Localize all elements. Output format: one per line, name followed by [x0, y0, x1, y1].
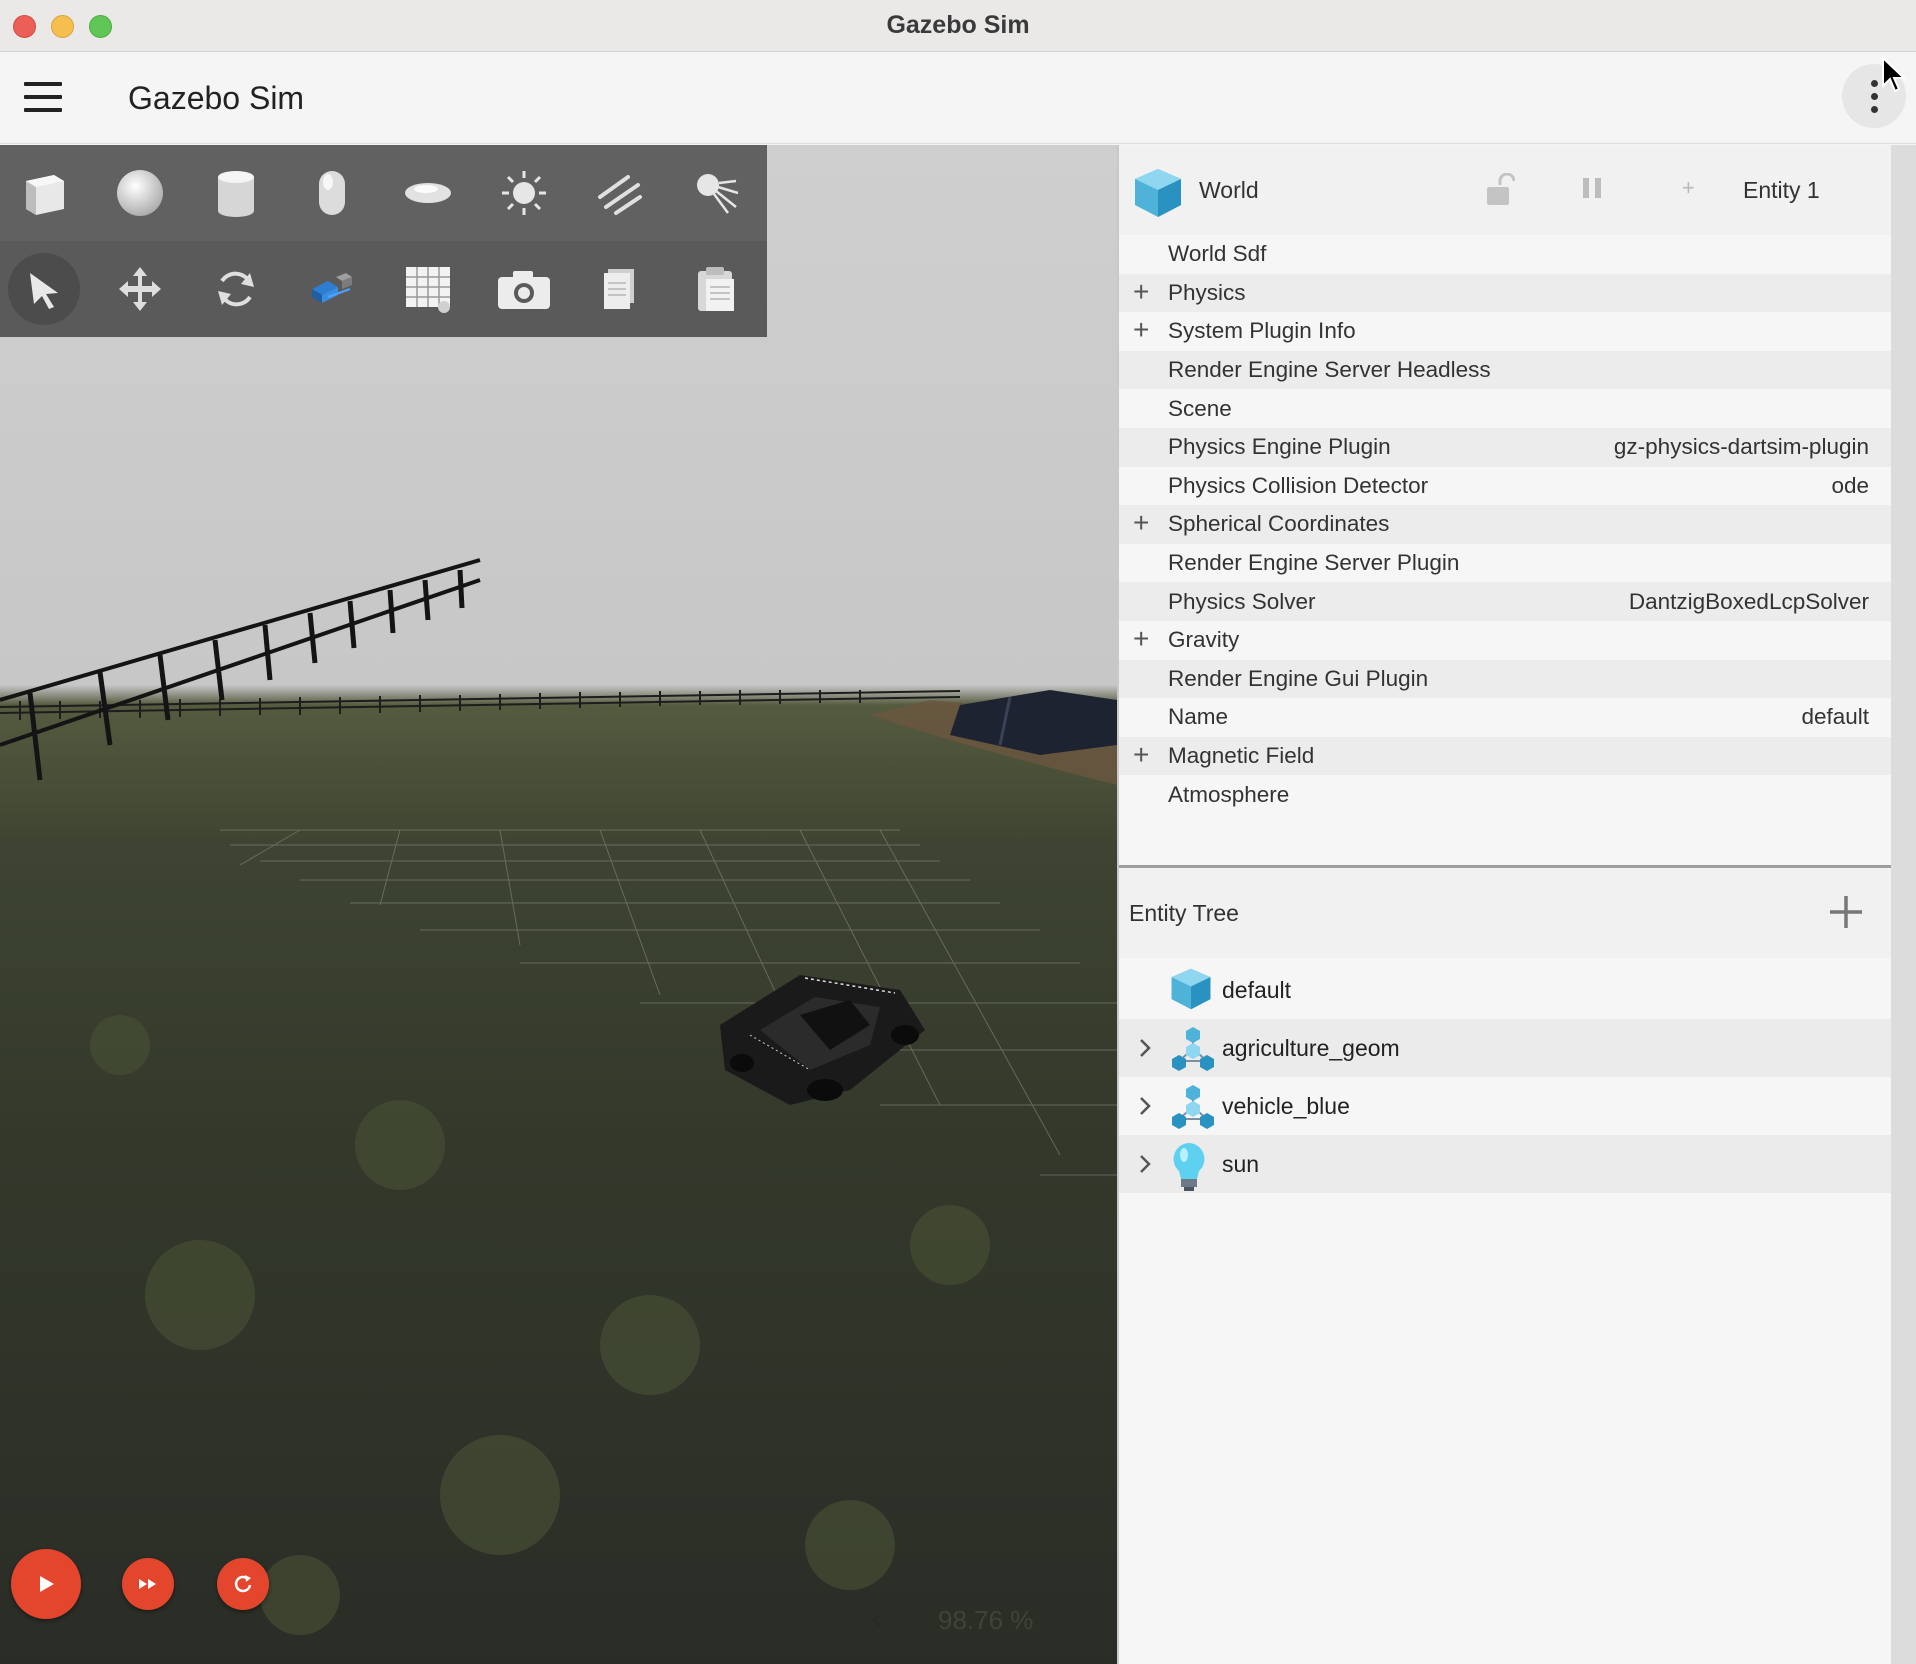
- directional-light-icon[interactable]: [488, 157, 560, 229]
- stats-toggle-icon[interactable]: ‹: [872, 1603, 881, 1635]
- ellipsoid-icon[interactable]: [392, 157, 464, 229]
- entity-tree-item[interactable]: agriculture_geom: [1119, 1019, 1891, 1077]
- inspector-title: World: [1199, 177, 1259, 203]
- cylinder-icon[interactable]: [200, 157, 272, 229]
- component-row[interactable]: + Spherical Coordinates: [1119, 505, 1891, 544]
- add-entity-icon[interactable]: [1824, 890, 1868, 934]
- grid-icon[interactable]: [392, 253, 464, 325]
- component-list: World Sdf + Physics + System Plugin Info R…: [1119, 235, 1891, 814]
- 3d-scene-viewport[interactable]: [0, 145, 1117, 1664]
- component-row[interactable]: Atmosphere: [1119, 775, 1891, 814]
- world-cube-icon: [1171, 968, 1211, 1010]
- chevron-right-icon[interactable]: [1138, 1038, 1152, 1058]
- component-row[interactable]: Render Engine Server Plugin: [1119, 544, 1891, 583]
- component-row[interactable]: + Magnetic Field: [1119, 736, 1891, 776]
- component-inspector-header: World + Entity 1: [1119, 145, 1891, 235]
- world-cube-icon: [1135, 169, 1181, 217]
- light-bulb-icon: [1173, 1143, 1205, 1191]
- window-title: Gazebo Sim: [886, 11, 1030, 39]
- entity-tree-item[interactable]: sun: [1119, 1135, 1891, 1193]
- component-row[interactable]: Physics Solver DantzigBoxedLcpSolver: [1119, 582, 1891, 621]
- sphere-icon[interactable]: [104, 157, 176, 229]
- vehicle-model: [720, 975, 925, 1105]
- box-icon[interactable]: [8, 157, 80, 229]
- app-header: Gazebo Sim: [0, 52, 1916, 144]
- translate-icon[interactable]: [104, 253, 176, 325]
- right-panel: World + Entity 1 World Sdf + Physics + Sys…: [1117, 145, 1891, 1664]
- component-row[interactable]: Physics Collision Detector ode: [1119, 467, 1891, 506]
- expand-icon[interactable]: +: [1133, 316, 1157, 344]
- expand-icon[interactable]: +: [1133, 277, 1157, 305]
- chevron-right-icon[interactable]: [1138, 1154, 1152, 1174]
- window-titlebar: Gazebo Sim: [0, 0, 1916, 52]
- fast-forward-icon: [139, 1579, 156, 1589]
- expand-icon[interactable]: +: [1133, 740, 1157, 768]
- expand-icon[interactable]: +: [1133, 509, 1157, 537]
- component-row[interactable]: World Sdf: [1119, 235, 1891, 274]
- chevron-right-icon[interactable]: [1138, 1096, 1152, 1116]
- component-row[interactable]: + Gravity: [1119, 621, 1891, 660]
- scene-render: [0, 558, 1117, 1635]
- entity-id: Entity 1: [1743, 177, 1820, 203]
- component-row[interactable]: + System Plugin Info: [1119, 312, 1891, 351]
- menu-icon[interactable]: [24, 82, 62, 112]
- entity-tree-item[interactable]: default: [1119, 961, 1891, 1019]
- entity-tree-header: Entity Tree: [1119, 868, 1891, 958]
- play-icon: [40, 1576, 54, 1592]
- entity-tree-title: Entity Tree: [1129, 900, 1239, 926]
- add-component-icon[interactable]: +: [1682, 175, 1695, 201]
- app-title: Gazebo Sim: [128, 80, 305, 116]
- rotate-icon[interactable]: [200, 253, 272, 325]
- mouse-cursor-icon: [1882, 56, 1907, 93]
- component-row[interactable]: Name default: [1119, 698, 1891, 737]
- point-light-icon[interactable]: [584, 157, 656, 229]
- entity-tree-item[interactable]: vehicle_blue: [1119, 1077, 1891, 1135]
- model-icon: [1172, 1085, 1214, 1129]
- lock-icon[interactable]: [1485, 173, 1515, 207]
- right-panel-scrollbar[interactable]: [1891, 145, 1916, 1664]
- component-row[interactable]: Render Engine Gui Plugin: [1119, 659, 1891, 699]
- component-row[interactable]: Scene: [1119, 389, 1891, 428]
- select-icon[interactable]: [8, 253, 80, 325]
- reset-icon: [234, 1575, 252, 1593]
- model-icon: [1172, 1027, 1214, 1071]
- pause-icon[interactable]: [1579, 175, 1605, 201]
- real-time-factor: 98.76 %: [938, 1605, 1034, 1635]
- spot-light-icon[interactable]: [680, 157, 752, 229]
- expand-icon[interactable]: +: [1133, 624, 1157, 652]
- component-row[interactable]: Physics Engine Plugin gz-physics-dartsim-…: [1119, 427, 1891, 467]
- transform-snap-icon[interactable]: [296, 253, 368, 325]
- component-row[interactable]: + Physics: [1119, 273, 1891, 313]
- capsule-icon[interactable]: [296, 157, 368, 229]
- shapes-toolbar: [0, 145, 767, 337]
- transform-toolbar: [0, 241, 767, 337]
- step-button[interactable]: [122, 1558, 174, 1610]
- reset-button[interactable]: [217, 1558, 269, 1610]
- play-button[interactable]: [11, 1549, 81, 1619]
- screenshot-icon[interactable]: [488, 253, 560, 325]
- component-row[interactable]: Render Engine Server Headless: [1119, 350, 1891, 390]
- paste-icon[interactable]: [680, 253, 752, 325]
- copy-icon[interactable]: [584, 253, 656, 325]
